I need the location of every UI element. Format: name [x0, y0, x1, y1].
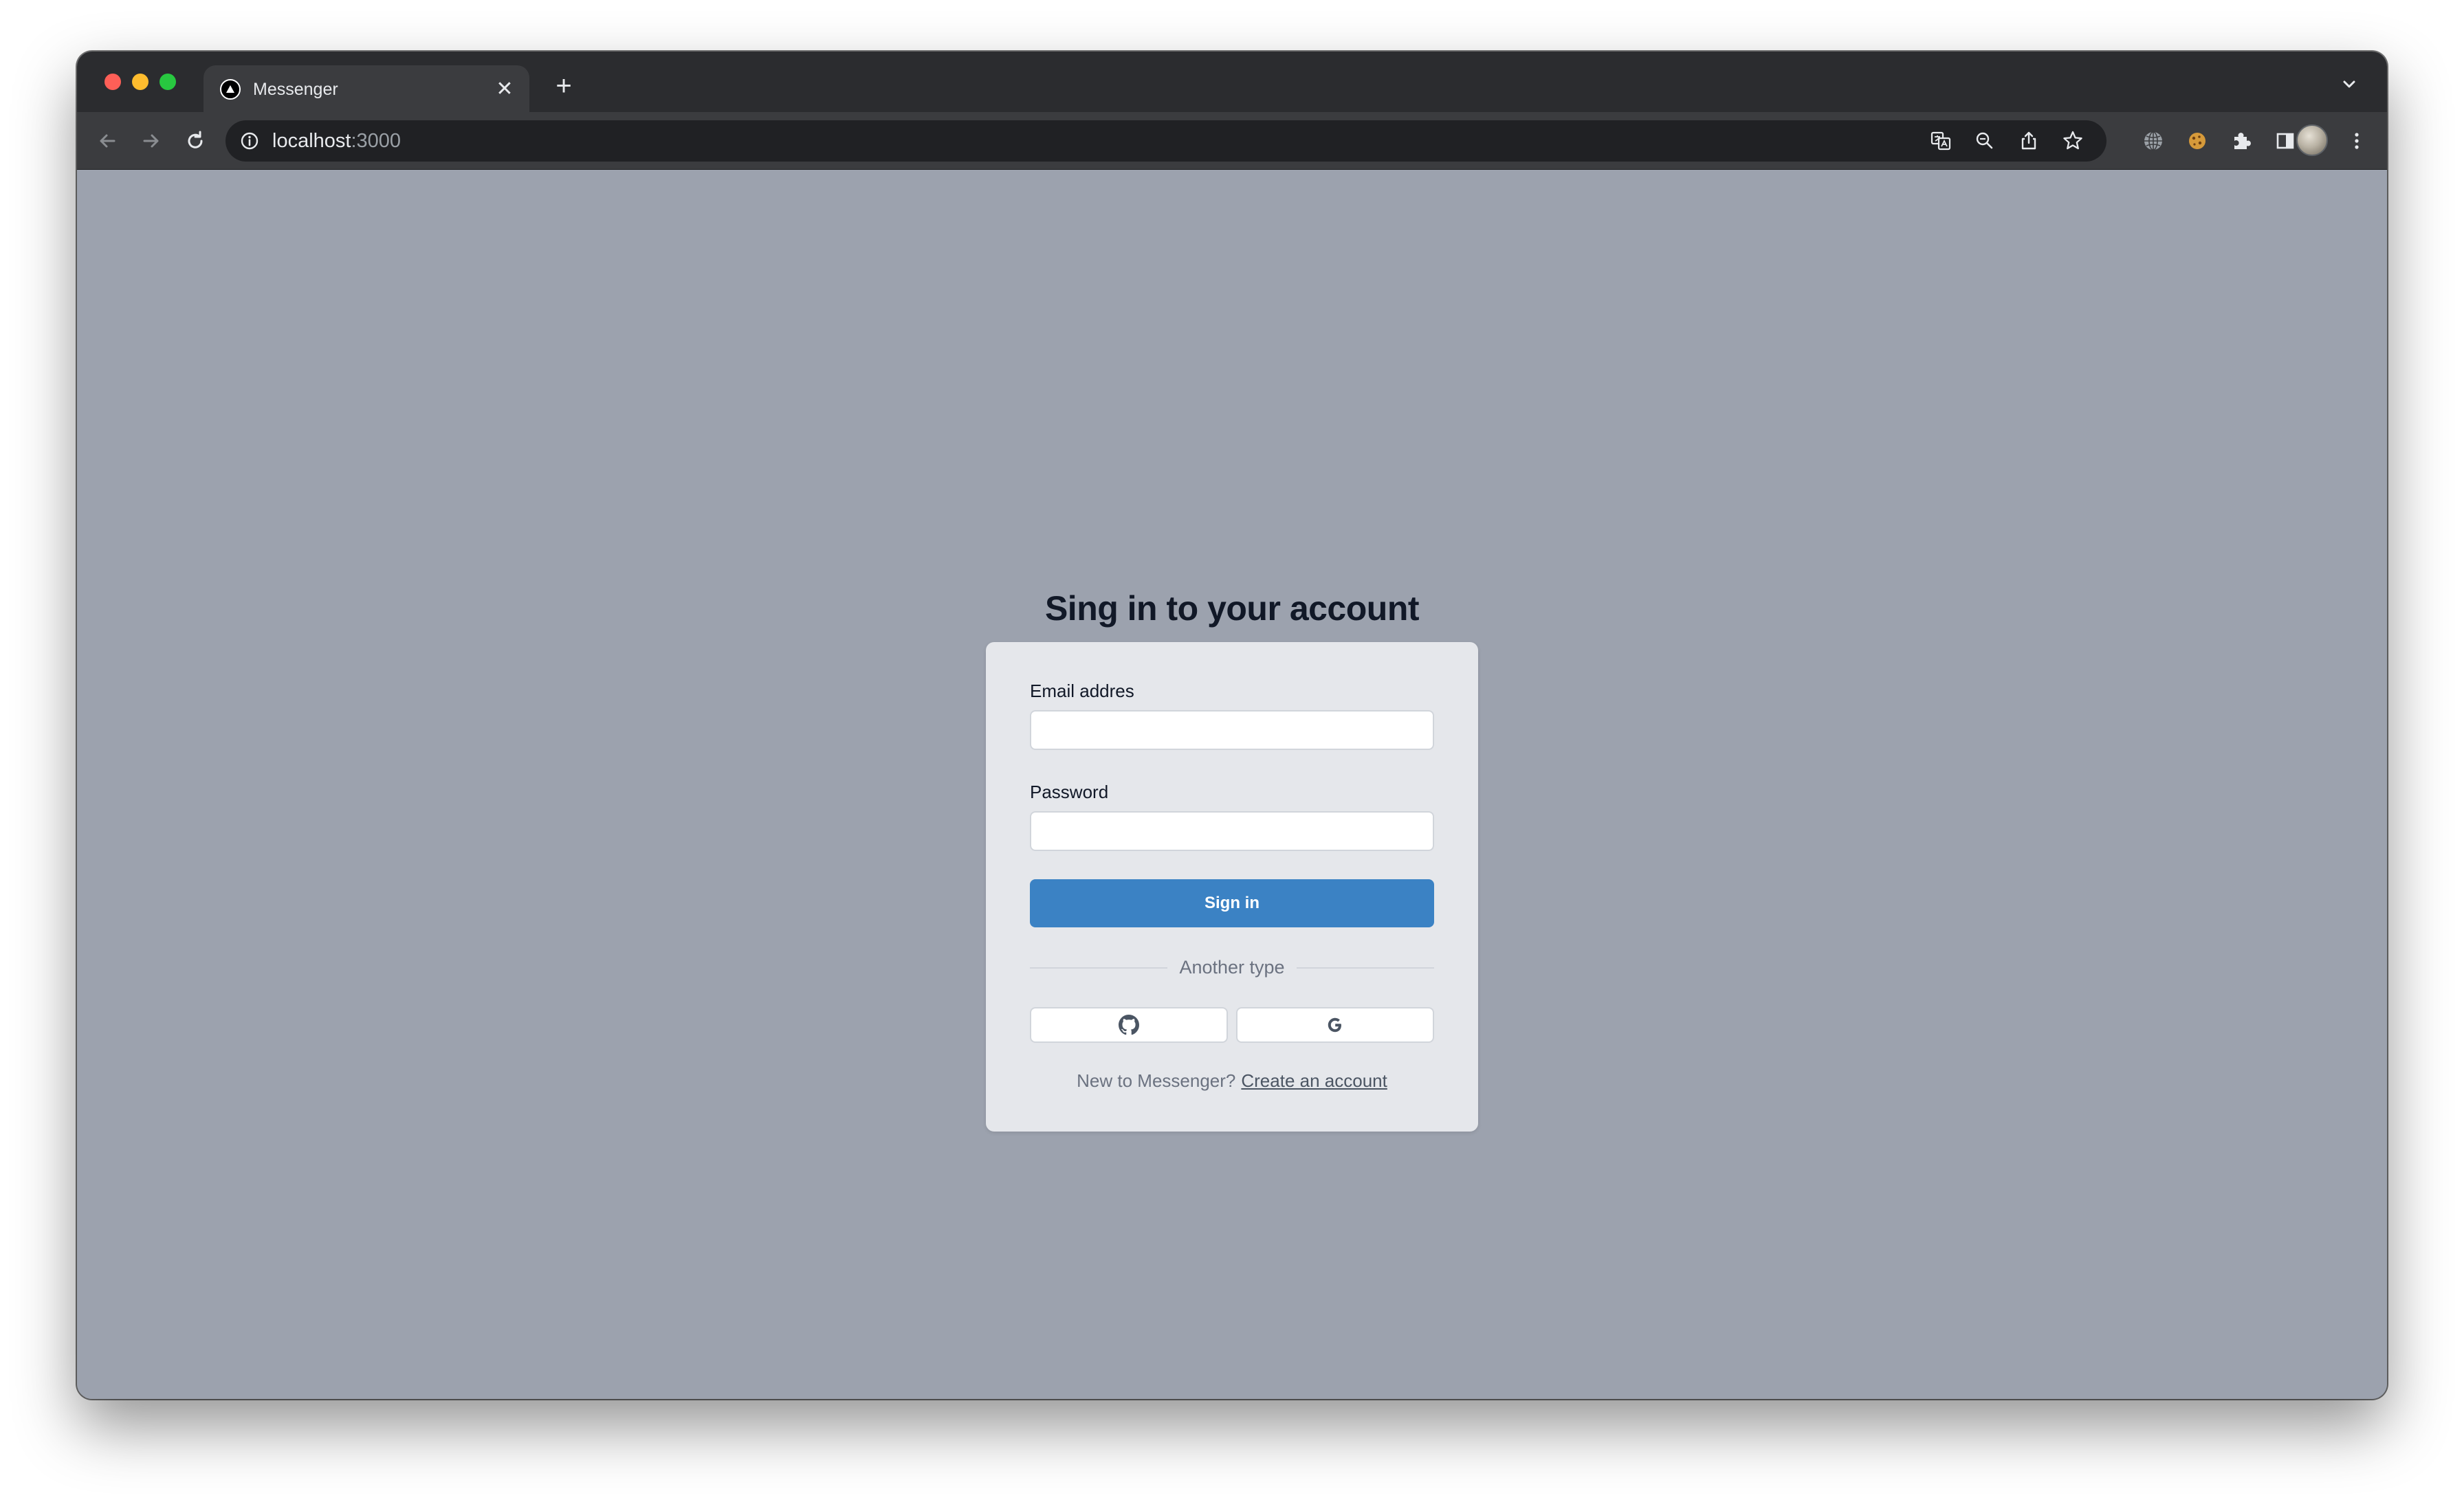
new-tab-button[interactable]: + — [550, 72, 578, 100]
zoom-icon[interactable] — [1973, 129, 1996, 153]
browser-menu-kebab-icon[interactable] — [2343, 127, 2370, 155]
cookie-extension-icon[interactable] — [2184, 127, 2211, 155]
page-viewport: Sing in to your account Email addres Pas… — [77, 170, 2387, 1399]
tab-strip: Messenger ✕ + — [77, 52, 2387, 112]
sign-in-card: Email addres Password Sign in Another ty… — [986, 642, 1478, 1132]
google-icon — [1325, 1015, 1345, 1035]
github-sign-in-button[interactable] — [1030, 1007, 1228, 1043]
address-bar[interactable]: localhost:3000 — [226, 120, 2106, 162]
site-info-icon[interactable] — [239, 131, 260, 151]
url-port: :3000 — [351, 130, 402, 152]
sign-in-button[interactable]: Sign in — [1030, 879, 1434, 927]
email-input[interactable] — [1030, 710, 1434, 750]
tab-search-chevron-icon[interactable] — [2339, 74, 2360, 94]
browser-toolbar: localhost:3000 — [77, 112, 2387, 170]
tab-title: Messenger — [253, 80, 338, 99]
nextjs-favicon-icon — [220, 79, 241, 100]
tab-messenger[interactable]: Messenger ✕ — [204, 65, 529, 112]
tab-close-icon[interactable]: ✕ — [492, 77, 517, 102]
translate-icon[interactable] — [1929, 129, 1952, 153]
share-icon[interactable] — [2017, 129, 2040, 153]
divider-line-right — [1297, 967, 1434, 969]
minimize-window-button[interactable] — [132, 74, 148, 90]
screen: Messenger ✕ + localhost:3000 Sing in to … — [0, 0, 2464, 1500]
url-host: localhost — [272, 130, 351, 152]
email-label: Email addres — [1030, 681, 1134, 701]
browser-window: Messenger ✕ + localhost:3000 Sing in to … — [77, 52, 2387, 1399]
password-label: Password — [1030, 782, 1109, 802]
url-text: localhost:3000 — [272, 130, 401, 152]
page-heading: Sing in to your account — [1044, 588, 1420, 628]
github-icon — [1119, 1015, 1139, 1035]
reload-icon[interactable] — [182, 127, 209, 155]
side-panel-icon[interactable] — [2272, 127, 2299, 155]
forward-arrow-icon[interactable] — [138, 127, 165, 155]
profile-avatar[interactable] — [2296, 124, 2328, 156]
footer-prompt-text: New to Messenger? — [1077, 1070, 1236, 1091]
extensions-puzzle-icon[interactable] — [2228, 127, 2255, 155]
fullscreen-window-button[interactable] — [160, 74, 176, 90]
globe-extension-icon[interactable] — [2140, 127, 2167, 155]
close-window-button[interactable] — [104, 74, 121, 90]
create-account-link[interactable]: Create an account — [1241, 1070, 1387, 1091]
sign-up-prompt: New to Messenger? Create an account — [986, 1070, 1478, 1092]
bookmark-star-icon[interactable] — [2061, 129, 2084, 153]
google-sign-in-button[interactable] — [1236, 1007, 1434, 1043]
back-arrow-icon[interactable] — [94, 127, 121, 155]
password-input[interactable] — [1030, 811, 1434, 851]
